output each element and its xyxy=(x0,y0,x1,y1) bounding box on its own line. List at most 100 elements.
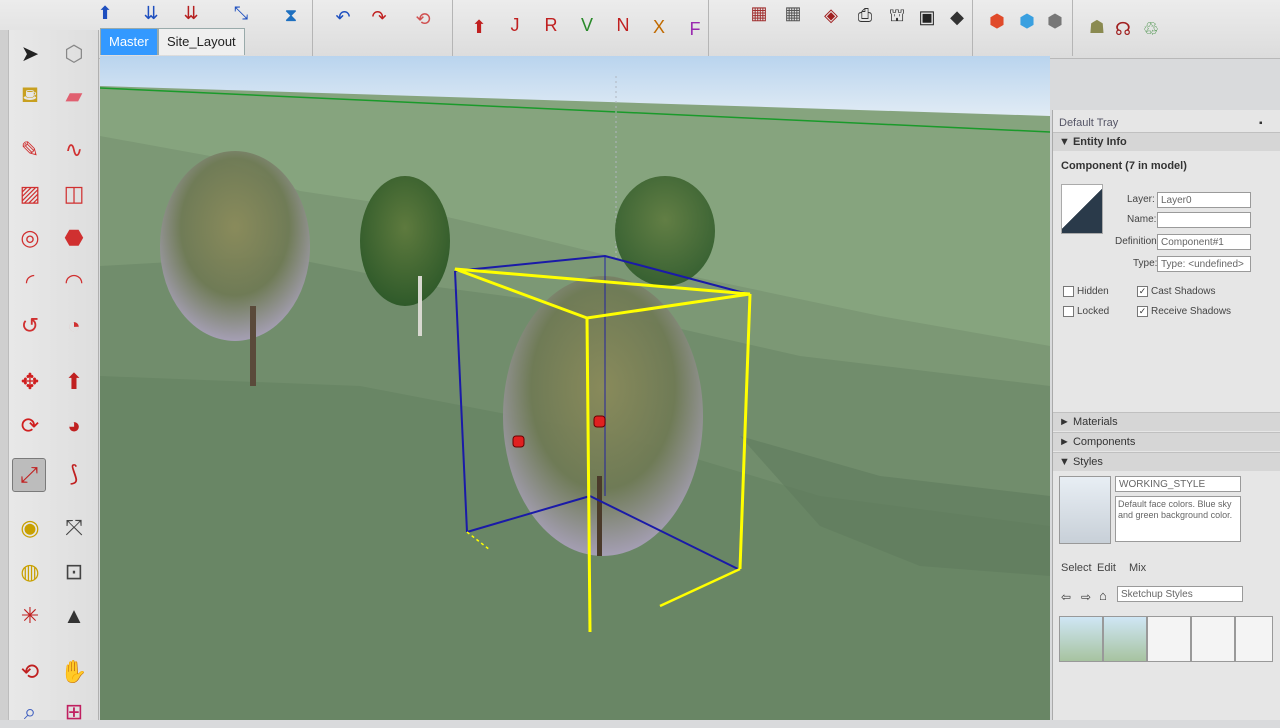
tab-site-layout[interactable]: Site_Layout xyxy=(158,28,245,55)
tab-mix[interactable]: Mix xyxy=(1129,562,1146,574)
scale-icon[interactable]: ⤢ xyxy=(12,458,46,492)
camera-icon[interactable]: ▦ xyxy=(746,0,772,26)
push-pull-icon[interactable]: ⬆ xyxy=(58,366,90,398)
share-icon[interactable]: ♲ xyxy=(1138,16,1164,42)
circle-icon[interactable]: ◎ xyxy=(14,222,46,254)
cube-blue-icon[interactable]: ⬢ xyxy=(1014,8,1040,34)
photo-icon[interactable]: ▣ xyxy=(914,4,940,30)
layer-select[interactable]: Layer0 xyxy=(1157,192,1251,208)
bag-icon[interactable]: ⛫ xyxy=(884,2,910,28)
style-thumbnail[interactable] xyxy=(1059,616,1103,662)
axis-r-icon[interactable]: R xyxy=(538,12,564,38)
tab-select[interactable]: Select xyxy=(1061,562,1092,574)
redo-icon[interactable]: ↷ xyxy=(366,4,392,30)
styles-header[interactable]: ▼ Styles xyxy=(1053,452,1280,471)
make-component-icon[interactable]: ⬡ xyxy=(58,38,90,70)
model-viewport[interactable] xyxy=(100,56,1050,720)
close-icon[interactable]: ▪ xyxy=(1259,118,1263,129)
offset-icon[interactable]: ⟆ xyxy=(58,458,90,490)
grid-icon[interactable]: ▦ xyxy=(780,0,806,26)
print-icon[interactable]: ⎙ xyxy=(852,2,878,28)
cast-shadows-checkbox[interactable]: ✓ xyxy=(1137,286,1148,297)
definition-field[interactable]: Component#1 xyxy=(1157,234,1251,250)
gem-icon[interactable]: ◆ xyxy=(944,4,970,30)
axis-j-icon[interactable]: J xyxy=(502,12,528,38)
arc-icon[interactable]: ◜ xyxy=(14,266,46,298)
cube-gray-icon[interactable]: ⬢ xyxy=(1042,8,1068,34)
axis-tool-icon[interactable]: ⬆ xyxy=(466,14,492,40)
style-name-field[interactable]: WORKING_STYLE xyxy=(1115,476,1241,492)
style-thumbnail[interactable] xyxy=(1191,616,1235,662)
tape-measure-icon[interactable]: ◉ xyxy=(14,512,46,544)
hidden-checkbox[interactable] xyxy=(1063,286,1074,297)
forward-arrow-icon[interactable]: ⇨ xyxy=(1081,590,1091,604)
locked-checkbox[interactable] xyxy=(1063,306,1074,317)
tab-master[interactable]: Master xyxy=(100,28,158,55)
zoom-window-icon[interactable]: ⊞ xyxy=(58,696,90,728)
scale-grip-handle[interactable] xyxy=(512,435,525,448)
polygon-icon[interactable]: ⬣ xyxy=(58,222,90,254)
protractor-icon[interactable]: ◍ xyxy=(14,556,46,588)
back-arrow-icon[interactable]: ⇦ xyxy=(1061,590,1071,604)
eraser-icon[interactable]: ▰ xyxy=(58,80,90,112)
tray-title: Default Tray xyxy=(1059,117,1119,129)
dimension-icon[interactable]: ⤧ xyxy=(58,512,90,544)
entity-info-header[interactable]: ▼ Entity Info xyxy=(1053,132,1280,151)
tab-edit[interactable]: Edit xyxy=(1097,562,1116,574)
rotate-icon[interactable]: ⟳ xyxy=(14,410,46,442)
type-select[interactable]: Type: <undefined> xyxy=(1157,256,1251,272)
toolbar-separator xyxy=(972,0,973,56)
name-field[interactable] xyxy=(1157,212,1251,228)
tree-back[interactable] xyxy=(615,176,715,286)
components-header[interactable]: ► Components xyxy=(1053,432,1280,451)
pan-hand-icon[interactable]: ✋ xyxy=(58,656,90,688)
undo-icon[interactable]: ↶ xyxy=(330,4,356,30)
toolbar-separator xyxy=(312,0,313,56)
axis-x-icon[interactable]: X xyxy=(646,14,672,40)
toolbar-grip[interactable] xyxy=(0,30,9,720)
home-icon[interactable]: ⌂ xyxy=(1099,588,1107,603)
walk-icon[interactable]: ⟲ xyxy=(410,6,436,32)
materials-header[interactable]: ► Materials xyxy=(1053,412,1280,431)
3d-text-icon[interactable]: ▲ xyxy=(58,600,90,632)
previous-view-icon[interactable]: ⇊ xyxy=(178,0,204,26)
type-label: Type: xyxy=(1133,258,1158,269)
style-thumbnail[interactable] xyxy=(1235,616,1273,662)
pie-icon[interactable]: ◔ xyxy=(58,310,90,342)
style-description[interactable]: Default face colors. Blue sky and green … xyxy=(1115,496,1241,542)
paint-bucket-icon[interactable]: ⛾ xyxy=(14,80,46,112)
receive-shadows-label: Receive Shadows xyxy=(1151,306,1232,317)
receive-shadows-checkbox[interactable]: ✓ xyxy=(1137,306,1148,317)
axis-v-icon[interactable]: V xyxy=(574,12,600,38)
axes-icon[interactable]: ✳ xyxy=(14,600,46,632)
follow-me-icon[interactable]: ◕ xyxy=(58,410,90,442)
locked-label: Locked xyxy=(1077,306,1110,317)
axis-n-icon[interactable]: N xyxy=(610,12,636,38)
move-icon[interactable]: ✥ xyxy=(14,366,46,398)
extension-icon[interactable]: ☊ xyxy=(1110,16,1136,42)
zoom-icon[interactable]: ⌕ xyxy=(14,696,46,728)
axis-f-icon[interactable]: F xyxy=(682,16,708,42)
component-preview-icon xyxy=(1061,184,1103,234)
three-point-arc-icon[interactable]: ↺ xyxy=(14,310,46,342)
large-tool-set: ➤ ⬡ ⛾ ▰ ✎ ∿ ▨ ◫ ◎ ⬣ ◜ ◠ ↺ ◔ ✥ ⬆ ⟳ ◕ ⤢ ⟆ … xyxy=(0,30,99,724)
select-arrow-icon[interactable]: ➤ xyxy=(14,38,46,70)
fly-icon[interactable]: ◈ xyxy=(818,2,844,28)
style-collection-select[interactable]: Sketchup Styles xyxy=(1117,586,1243,602)
scale-grip-handle[interactable] xyxy=(593,415,606,428)
rectangle-icon[interactable]: ▨ xyxy=(14,178,46,210)
text-label-icon[interactable]: ⊡ xyxy=(58,556,90,588)
cube-red-icon[interactable]: ⬢ xyxy=(984,8,1010,34)
line-pencil-icon[interactable]: ✎ xyxy=(14,134,46,166)
style-thumbnail[interactable] xyxy=(1103,616,1147,662)
zoom-extents-icon[interactable]: ⇊ xyxy=(138,0,164,26)
dolly-icon[interactable]: ⤡ xyxy=(228,0,254,26)
section-plane-icon[interactable]: ⧗ xyxy=(278,2,304,28)
two-point-arc-icon[interactable]: ◠ xyxy=(58,266,90,298)
select-view-icon[interactable]: ⬆ xyxy=(92,0,118,26)
style-thumbnail[interactable] xyxy=(1147,616,1191,662)
freehand-icon[interactable]: ∿ xyxy=(58,134,90,166)
warehouse-icon[interactable]: ☗ xyxy=(1084,14,1110,40)
orbit-icon[interactable]: ⟲ xyxy=(14,656,46,688)
rotated-rectangle-icon[interactable]: ◫ xyxy=(58,178,90,210)
